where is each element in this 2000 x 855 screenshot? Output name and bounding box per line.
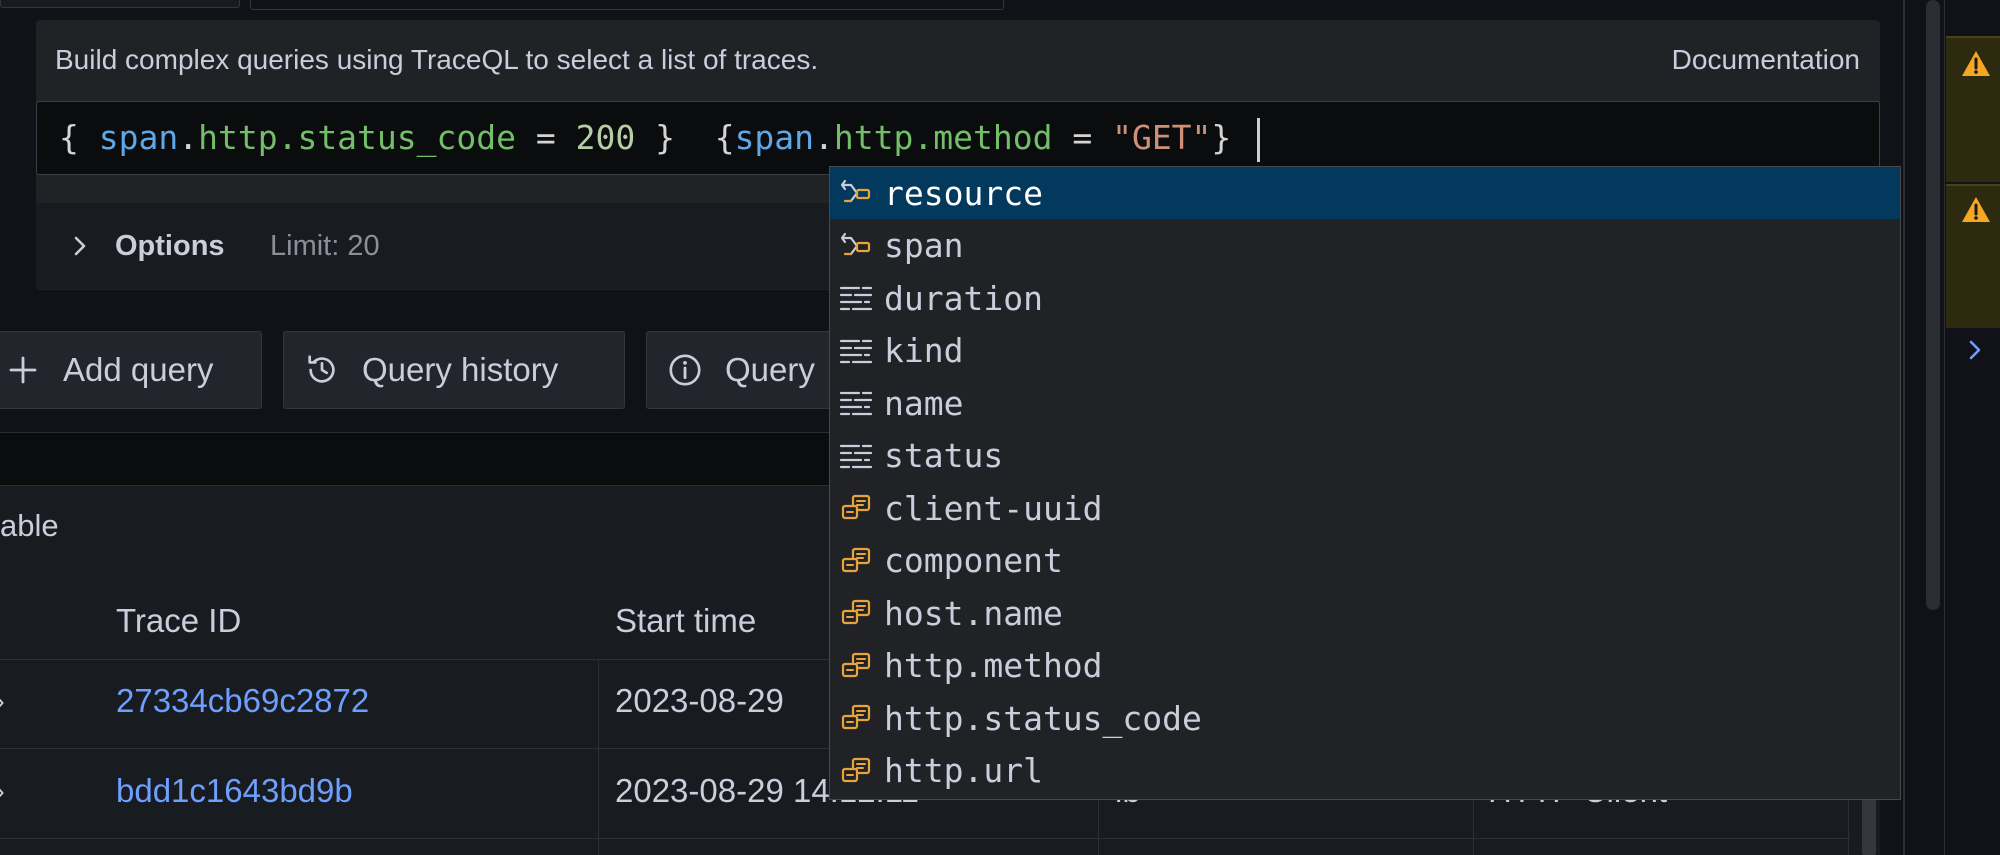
suggestion-label: kind — [884, 331, 964, 370]
table-panel-title: able — [0, 508, 59, 543]
traceql-editor[interactable]: { span.http.status_code = 200 } {span.ht… — [36, 101, 1880, 175]
code-token: . — [178, 118, 199, 157]
trace-id-link[interactable]: 27334cb69c2872 — [116, 682, 369, 720]
suggestion-label: span — [884, 226, 964, 265]
suggestion-item[interactable]: span — [830, 220, 1900, 272]
vertical-scrollbar[interactable] — [1926, 0, 1940, 610]
scope-icon — [836, 175, 876, 211]
warning-icon — [1960, 194, 1992, 226]
query-inspector-label: Query — [725, 351, 815, 388]
suggestion-item[interactable]: resource — [830, 167, 1900, 219]
documentation-link[interactable]: Documentation — [1672, 44, 1860, 76]
info-circle-icon — [667, 352, 703, 388]
plus-icon — [5, 352, 41, 388]
expand-chevron-icon[interactable]: › — [0, 686, 5, 717]
suggestion-item[interactable]: host.name — [830, 587, 1900, 639]
autocomplete-suggestions[interactable]: resource span duration kind name status client… — [829, 166, 1901, 800]
tag-icon — [836, 543, 876, 579]
suggestion-item[interactable]: name — [830, 377, 1900, 429]
add-query-label: Add query — [63, 351, 214, 388]
pane-splitter[interactable] — [1903, 0, 1905, 855]
options-label: Options — [115, 230, 225, 262]
code-token-number: 200 — [575, 118, 636, 157]
code-token-scope: span — [734, 118, 815, 157]
text-cursor — [1257, 117, 1261, 162]
suggestion-item[interactable]: http.status_code — [830, 692, 1900, 744]
suggestion-label: client-uuid — [884, 488, 1103, 528]
add-query-button[interactable]: Add query — [0, 331, 262, 409]
scope-icon — [836, 228, 876, 264]
code-token: } { — [635, 118, 735, 157]
suggestion-label: name — [884, 383, 964, 423]
query-inspector-button[interactable]: Query — [646, 331, 846, 409]
suggestion-label: http.url — [884, 751, 1043, 790]
column-divider — [598, 660, 599, 855]
code-token: = — [1052, 118, 1113, 157]
code-token: = — [516, 118, 576, 157]
query-type-selector[interactable] — [250, 0, 1004, 10]
suggestion-label: http.status_code — [884, 698, 1202, 738]
suggestion-label: status — [884, 436, 1004, 475]
intrinsic-icon — [836, 438, 876, 474]
tag-icon — [836, 490, 876, 526]
explore-query-editor: Build complex queries using TraceQL to s… — [0, 0, 2000, 855]
suggestion-item[interactable]: component — [830, 535, 1900, 587]
query-history-label: Query history — [362, 351, 559, 388]
suggestion-label: resource — [884, 173, 1043, 213]
tag-icon — [836, 753, 876, 789]
code-token: . — [814, 118, 834, 157]
warning-marker[interactable] — [1946, 36, 2000, 182]
suggestion-label: host.name — [884, 593, 1063, 633]
code-token-attribute: http.status_code — [198, 118, 516, 157]
suggestion-item[interactable]: http.url — [830, 745, 1900, 797]
options-limit: Limit: 20 — [270, 230, 380, 262]
warning-icon — [1960, 48, 1992, 80]
warning-marker[interactable] — [1946, 184, 2000, 328]
suggestion-item[interactable]: http.method — [830, 640, 1900, 692]
code-token-scope: span — [98, 118, 179, 157]
tag-icon — [836, 648, 876, 684]
intrinsic-icon — [836, 280, 876, 316]
traceql-code[interactable]: { span.http.status_code = 200 } {span.ht… — [59, 114, 1261, 162]
tag-icon — [836, 595, 876, 631]
suggestion-item[interactable]: client-uuid — [830, 482, 1900, 534]
row-divider — [0, 838, 1850, 839]
chevron-right-icon[interactable] — [1966, 337, 1984, 370]
expand-chevron-icon[interactable]: › — [0, 776, 5, 807]
start-time-cell: 2023-08-29 — [615, 682, 784, 719]
code-token: } — [1211, 118, 1252, 157]
history-icon — [304, 352, 340, 388]
suggestion-item[interactable]: kind — [830, 325, 1900, 377]
tag-icon — [836, 700, 876, 736]
suggestion-item[interactable]: duration — [830, 272, 1900, 324]
column-header-trace-id[interactable]: Trace ID — [116, 602, 241, 640]
suggestion-label: http.method — [884, 646, 1103, 685]
query-history-button[interactable]: Query history — [283, 331, 625, 409]
query-type-tab[interactable] — [0, 0, 240, 8]
code-token: { — [59, 118, 99, 157]
suggestion-label: component — [884, 541, 1063, 580]
suggestion-label: duration — [884, 278, 1043, 318]
suggestion-item[interactable]: status — [830, 430, 1900, 482]
code-token-attribute: http.method — [833, 118, 1053, 157]
code-token-string: "GET" — [1112, 118, 1212, 157]
intrinsic-icon — [836, 333, 876, 369]
chevron-right-icon[interactable] — [66, 232, 94, 260]
trace-id-link[interactable]: bdd1c1643bd9b — [116, 772, 353, 810]
intrinsic-icon — [836, 385, 876, 421]
column-header-start-time[interactable]: Start time — [615, 602, 756, 640]
traceql-help-text: Build complex queries using TraceQL to s… — [55, 44, 819, 75]
